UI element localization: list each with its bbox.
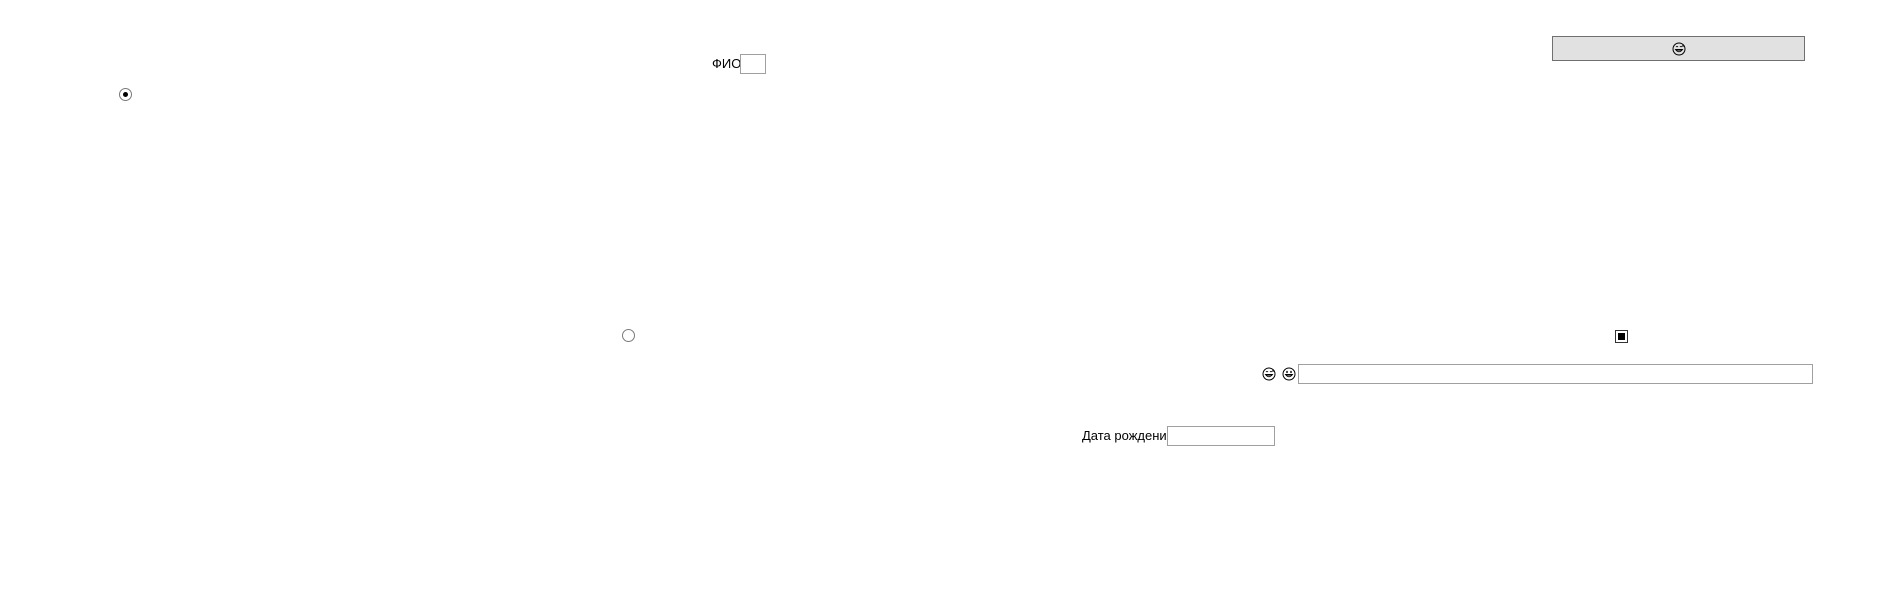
radio-dot xyxy=(123,92,128,97)
fio-field[interactable] xyxy=(740,54,766,74)
grinning-face-with-sweat-icon xyxy=(1672,42,1686,56)
birth-date-label: Дата рождения xyxy=(1082,428,1174,443)
fio-label: ФИО xyxy=(712,56,742,71)
emoji-button[interactable] xyxy=(1552,36,1805,61)
birth-date-field[interactable] xyxy=(1167,426,1275,446)
wide-text-field[interactable] xyxy=(1298,364,1813,384)
checkbox[interactable] xyxy=(1615,330,1628,343)
checkbox-mark xyxy=(1618,333,1625,340)
radio-option-2[interactable] xyxy=(622,329,635,342)
grinning-face-icon xyxy=(1282,367,1296,381)
grinning-face-with-sweat-icon xyxy=(1262,367,1276,381)
radio-option-1[interactable] xyxy=(119,88,132,101)
